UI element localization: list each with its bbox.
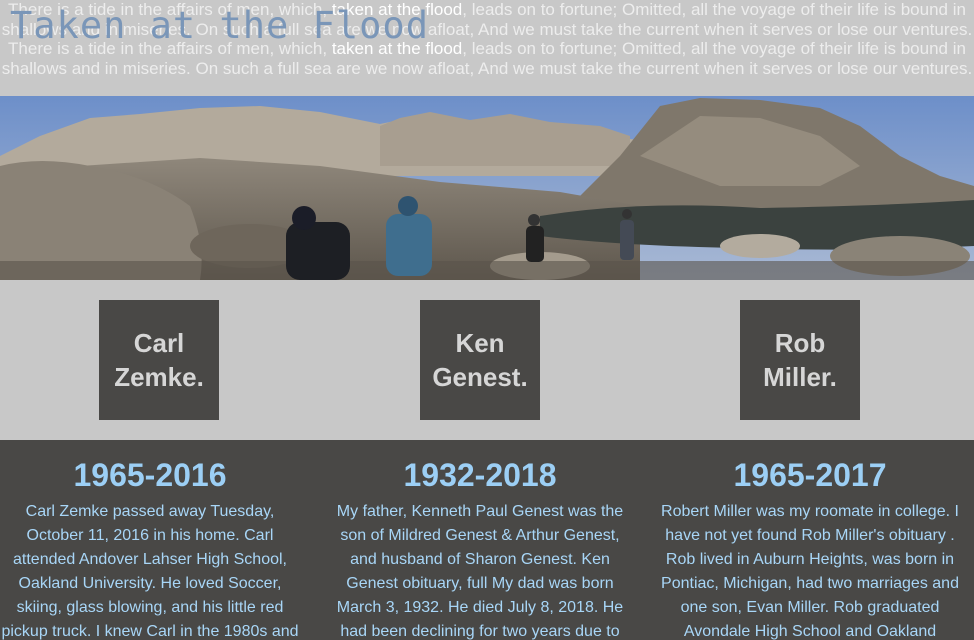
name-card-rob-miller[interactable]: Rob Miller.	[740, 300, 860, 420]
bio-text: My father, Kenneth Paul Genest was the s…	[336, 503, 624, 640]
biographies-section: 1965-2016 Carl Zemke passed away Tuesday…	[0, 440, 974, 640]
name-first: Rob	[774, 328, 826, 358]
bio-text: Robert Miller was my roomate in college.…	[661, 503, 959, 640]
site-title[interactable]: Taken at the Flood	[10, 4, 429, 47]
name-last: Genest.	[432, 362, 528, 392]
name-last: Zemke.	[114, 362, 204, 392]
name-card-ken-genest[interactable]: Ken Genest.	[420, 300, 540, 420]
life-years: 1965-2017	[733, 457, 887, 493]
bio-column-ken-genest: 1932-2018 My father, Kenneth Paul Genest…	[330, 440, 630, 640]
life-years: 1932-2018	[403, 457, 557, 493]
bio-column-carl-zemke: 1965-2016 Carl Zemke passed away Tuesday…	[0, 440, 300, 640]
people-name-cards: Carl Zemke. Ken Genest. Rob Miller.	[0, 280, 960, 440]
name-last: Miller.	[763, 362, 837, 392]
mountain-landscape-illustration	[0, 96, 974, 280]
bio-column-rob-miller: 1965-2017 Robert Miller was my roomate i…	[660, 440, 960, 640]
hero-panorama-image	[0, 96, 974, 280]
site-header: There is a tide in the affairs of men, w…	[0, 0, 974, 96]
name-first: Ken	[455, 328, 505, 358]
name-card-carl-zemke[interactable]: Carl Zemke.	[99, 300, 219, 420]
name-first: Carl	[133, 328, 185, 358]
life-years: 1965-2016	[73, 457, 227, 493]
bio-text: Carl Zemke passed away Tuesday, October …	[1, 503, 299, 640]
